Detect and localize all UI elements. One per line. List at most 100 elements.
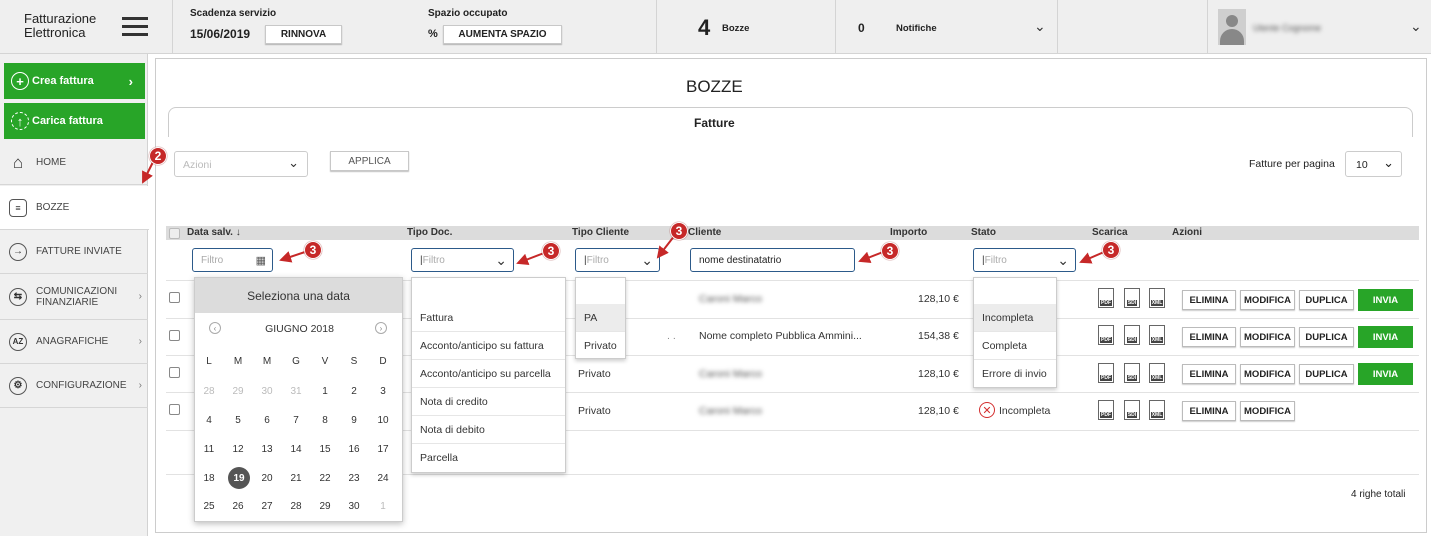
column-header-data[interactable]: Data salv. ↓ (187, 227, 241, 238)
invia-button[interactable]: INVIA (1358, 289, 1413, 311)
dropdown-option[interactable]: Errore di invio (974, 360, 1056, 388)
select-all-checkbox[interactable] (169, 228, 180, 239)
xml-download-icon[interactable]: XML (1149, 288, 1165, 308)
per-page-select[interactable]: 10 ⌄ (1345, 151, 1402, 177)
calendar-day[interactable]: 29 (311, 501, 339, 512)
calendar-day[interactable]: 14 (282, 444, 310, 455)
calendar-day[interactable]: 28 (195, 386, 223, 397)
dropdown-option[interactable]: Acconto/anticipo su parcella (412, 360, 565, 388)
hamburger-menu-icon[interactable] (122, 17, 148, 37)
sdi-download-icon[interactable]: SDI (1124, 363, 1140, 383)
row-checkbox[interactable] (169, 404, 180, 415)
calendar-day[interactable]: 23 (340, 473, 368, 484)
applica-button[interactable]: APPLICA (330, 151, 409, 171)
dropdown-option[interactable]: Completa (974, 332, 1056, 360)
calendar-day[interactable]: 15 (311, 444, 339, 455)
modifica-button[interactable]: MODIFICA (1240, 364, 1295, 384)
dropdown-option[interactable]: Fattura (412, 304, 565, 332)
dropdown-option[interactable]: Acconto/anticipo su fattura (412, 332, 565, 360)
notifiche-chevron-icon[interactable]: ⌄ (1034, 18, 1046, 35)
calendar-day[interactable]: 28 (282, 501, 310, 512)
xml-download-icon[interactable]: XML (1149, 400, 1165, 420)
calendar-day[interactable]: 27 (253, 501, 281, 512)
invia-button[interactable]: INVIA (1358, 363, 1413, 385)
dropdown-option[interactable]: PA (576, 304, 625, 332)
sidebar-item-configurazione[interactable]: ⚙ CONFIGURAZIONE › (0, 364, 148, 408)
calendar-day[interactable]: 1 (369, 501, 397, 512)
calendar-day[interactable]: 4 (195, 415, 223, 426)
calendar-day[interactable]: 10 (369, 415, 397, 426)
user-menu-chevron-icon[interactable]: ⌄ (1410, 18, 1422, 35)
sidebar-item-anagrafiche[interactable]: AZ ANAGRAFICHE › (0, 320, 148, 364)
dropdown-option[interactable]: Privato (576, 332, 625, 360)
sdi-download-icon[interactable]: SDI (1124, 288, 1140, 308)
calendar-day[interactable]: 1 (311, 386, 339, 397)
sidebar-item-bozze[interactable]: ≡ BOZZE (0, 186, 149, 230)
calendar-day[interactable]: 13 (253, 444, 281, 455)
stato-filter-select[interactable]: | Filtro ⌄ (973, 248, 1076, 272)
calendar-day[interactable]: 17 (369, 444, 397, 455)
calendar-day[interactable]: 12 (224, 444, 252, 455)
cliente-filter-input[interactable]: nome destinatatrio (690, 248, 855, 272)
calendar-day[interactable]: 30 (253, 386, 281, 397)
sidebar-item-comunicazioni[interactable]: ⇆ COMUNICAZIONI FINANZIARIE › (0, 274, 148, 320)
rinnova-button[interactable]: RINNOVA (265, 25, 342, 44)
data-filter-input[interactable]: Filtro ▦ (192, 248, 273, 272)
calendar-day[interactable]: 18 (195, 473, 223, 484)
next-month-icon[interactable]: › (375, 322, 387, 334)
duplica-button[interactable]: DUPLICA (1299, 364, 1354, 384)
xml-download-icon[interactable]: XML (1149, 325, 1165, 345)
dropdown-option[interactable]: Nota di debito (412, 416, 565, 444)
sidebar-item-home[interactable]: ⌂ HOME (0, 141, 148, 185)
calendar-day[interactable]: 29 (224, 386, 252, 397)
row-checkbox[interactable] (169, 367, 180, 378)
avatar[interactable] (1218, 9, 1246, 45)
row-checkbox[interactable] (169, 330, 180, 341)
dropdown-option[interactable]: Parcella (412, 444, 565, 472)
calendar-day[interactable]: 24 (369, 473, 397, 484)
notifiche-label[interactable]: Notifiche (896, 23, 937, 34)
calendar-day[interactable]: 30 (340, 501, 368, 512)
calendar-day[interactable]: 20 (253, 473, 281, 484)
azioni-select[interactable]: Azioni ⌄ (174, 151, 308, 177)
modifica-button[interactable]: MODIFICA (1240, 327, 1295, 347)
aumenta-spazio-button[interactable]: AUMENTA SPAZIO (443, 25, 562, 44)
calendar-day[interactable]: 31 (282, 386, 310, 397)
calendar-day[interactable]: 22 (311, 473, 339, 484)
calendar-day[interactable]: 9 (340, 415, 368, 426)
tipo-doc-filter-select[interactable]: | Filtro ⌄ (411, 248, 514, 272)
elimina-button[interactable]: ELIMINA (1182, 401, 1236, 421)
pdf-download-icon[interactable]: PDF (1098, 363, 1114, 383)
calendar-day[interactable]: 25 (195, 501, 223, 512)
fatture-tab[interactable] (168, 107, 1413, 137)
calendar-day[interactable]: 8 (311, 415, 339, 426)
calendar-day-selected[interactable]: 19 (225, 473, 253, 484)
tipo-cliente-filter-select[interactable]: | Filtro ⌄ (575, 248, 660, 272)
calendar-day[interactable]: 5 (224, 415, 252, 426)
modifica-button[interactable]: MODIFICA (1240, 290, 1295, 310)
calendar-day[interactable]: 6 (253, 415, 281, 426)
carica-fattura-button[interactable]: ↑ Carica fattura (4, 103, 145, 139)
pdf-download-icon[interactable]: PDF (1098, 325, 1114, 345)
calendar-day[interactable]: 26 (224, 501, 252, 512)
modifica-button[interactable]: MODIFICA (1240, 401, 1295, 421)
dropdown-option[interactable]: Nota di credito (412, 388, 565, 416)
duplica-button[interactable]: DUPLICA (1299, 327, 1354, 347)
duplica-button[interactable]: DUPLICA (1299, 290, 1354, 310)
sdi-download-icon[interactable]: SDI (1124, 325, 1140, 345)
calendar-day[interactable]: 21 (282, 473, 310, 484)
calendar-day[interactable]: 16 (340, 444, 368, 455)
calendar-day[interactable]: 2 (340, 386, 368, 397)
calendar-day[interactable]: 7 (282, 415, 310, 426)
sdi-download-icon[interactable]: SDI (1124, 400, 1140, 420)
sidebar-item-fatture-inviate[interactable]: → FATTURE INVIATE (0, 230, 148, 274)
dropdown-option[interactable]: Incompleta (974, 304, 1056, 332)
elimina-button[interactable]: ELIMINA (1182, 290, 1236, 310)
elimina-button[interactable]: ELIMINA (1182, 364, 1236, 384)
row-checkbox[interactable] (169, 292, 180, 303)
pdf-download-icon[interactable]: PDF (1098, 400, 1114, 420)
elimina-button[interactable]: ELIMINA (1182, 327, 1236, 347)
invia-button[interactable]: INVIA (1358, 326, 1413, 348)
crea-fattura-button[interactable]: + Crea fattura › (4, 63, 145, 99)
calendar-day[interactable]: 11 (195, 444, 223, 455)
